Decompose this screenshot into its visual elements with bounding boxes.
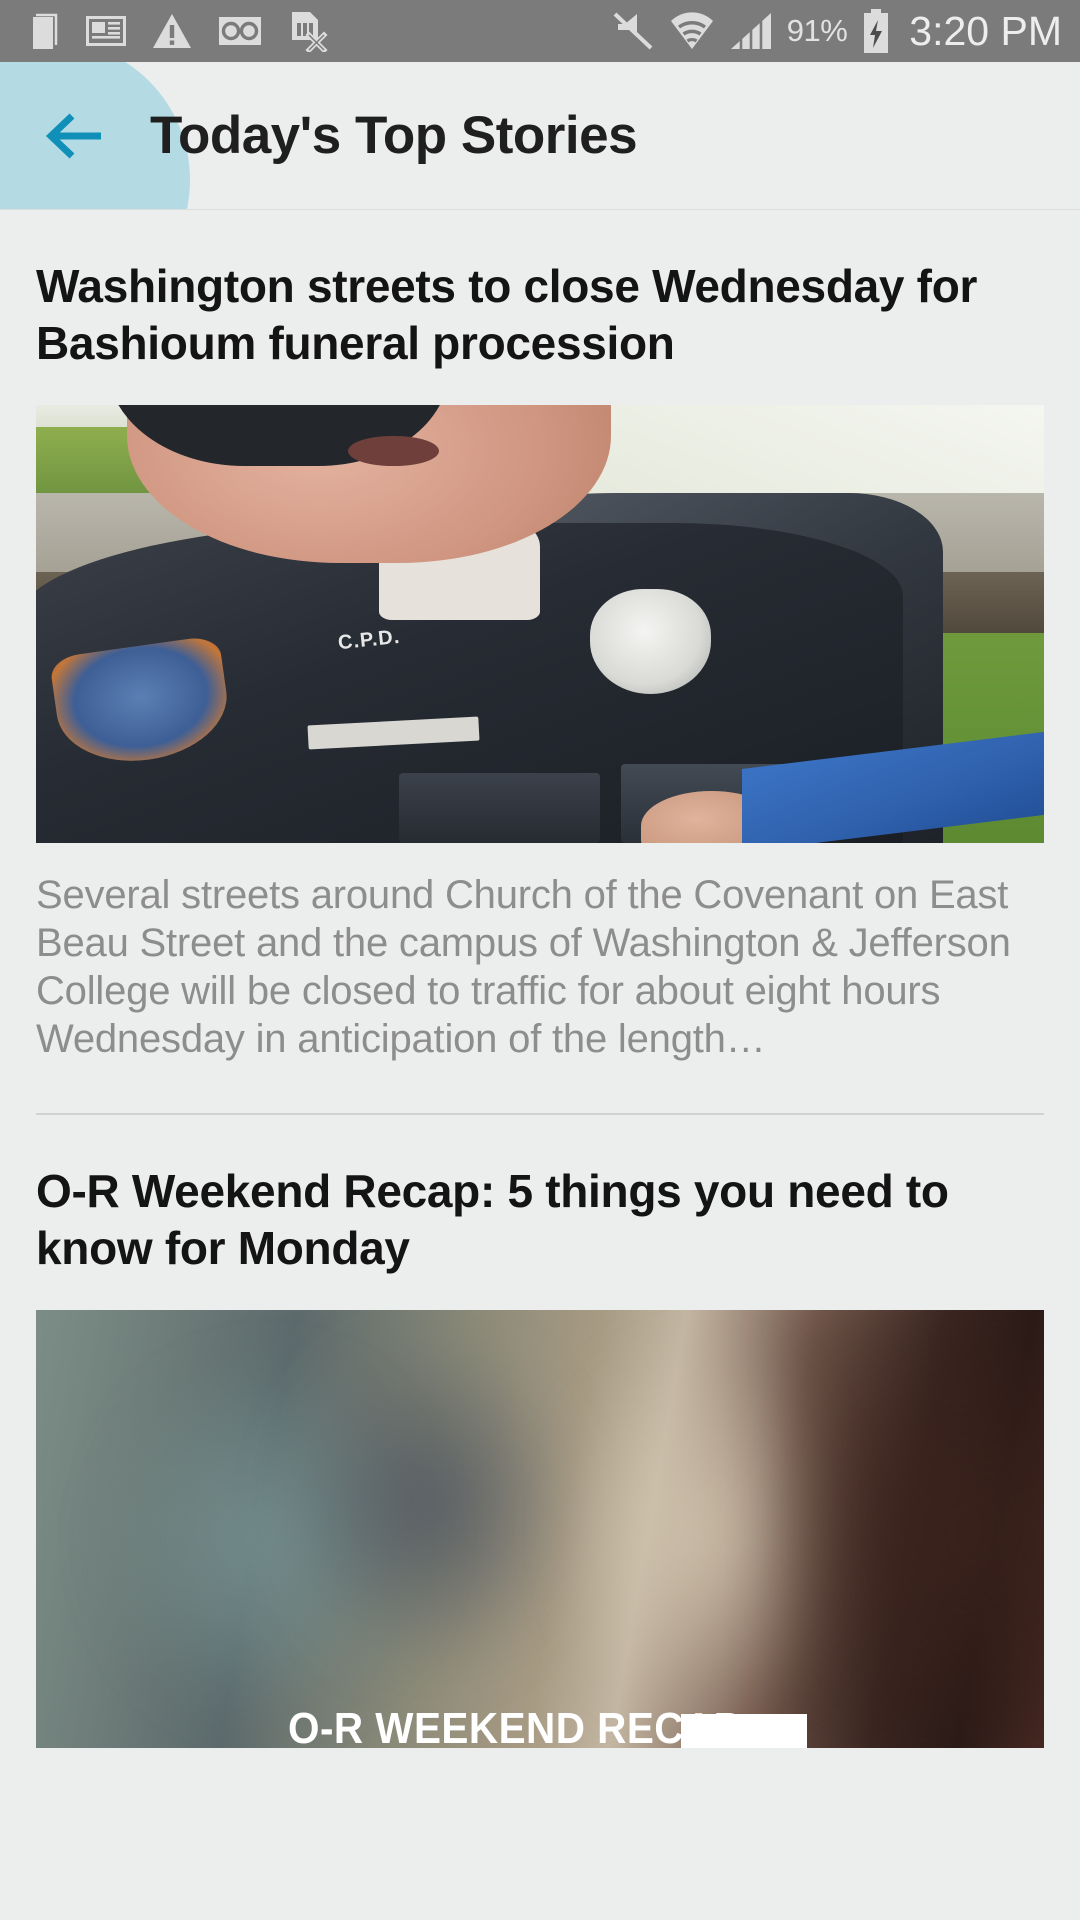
status-bar: 91% 3:20 PM <box>0 0 1080 62</box>
story-item-1[interactable]: Washington streets to close Wednesday fo… <box>0 210 1080 1094</box>
story-headline[interactable]: Washington streets to close Wednesday fo… <box>36 210 1044 405</box>
warning-icon <box>153 14 191 48</box>
voicemail-icon <box>219 17 261 45</box>
status-bar-left-icons <box>26 10 328 52</box>
arrow-left-icon <box>45 112 101 159</box>
mute-icon <box>613 12 653 50</box>
police-officer-photo: C.P.D. <box>36 405 1044 844</box>
status-bar-right-icons: 91% 3:20 PM <box>611 8 1062 55</box>
image-caption: O-R WEEKEND RECAP <box>288 1704 742 1749</box>
story-list[interactable]: Washington streets to close Wednesday fo… <box>0 210 1080 1919</box>
story-image[interactable]: C.P.D. <box>36 405 1044 844</box>
sim-card-icon <box>33 13 58 49</box>
story-item-2[interactable]: O-R Weekend Recap: 5 things you need to … <box>0 1115 1080 1749</box>
story-headline[interactable]: O-R Weekend Recap: 5 things you need to … <box>36 1115 1044 1310</box>
or-weekend-recap-video-thumbnail: O-R WEEKEND RECAP <box>36 1310 1044 1749</box>
battery-percentage: 91% <box>786 13 848 48</box>
back-button[interactable] <box>0 62 150 209</box>
sim-removed-icon <box>292 12 328 52</box>
list-bottom-spacer <box>0 1793 1080 1919</box>
app-bar: Today's Top Stories <box>0 62 1080 210</box>
page-title: Today's Top Stories <box>150 106 638 165</box>
status-bar-clock: 3:20 PM <box>909 7 1062 54</box>
battery-charging-icon <box>864 9 889 53</box>
story-summary: Several streets around Church of the Cov… <box>36 873 1011 1062</box>
cellular-signal-icon <box>730 13 771 49</box>
wifi-icon <box>670 12 713 49</box>
news-icon <box>86 16 126 46</box>
story-image[interactable]: O-R WEEKEND RECAP <box>36 1310 1044 1749</box>
